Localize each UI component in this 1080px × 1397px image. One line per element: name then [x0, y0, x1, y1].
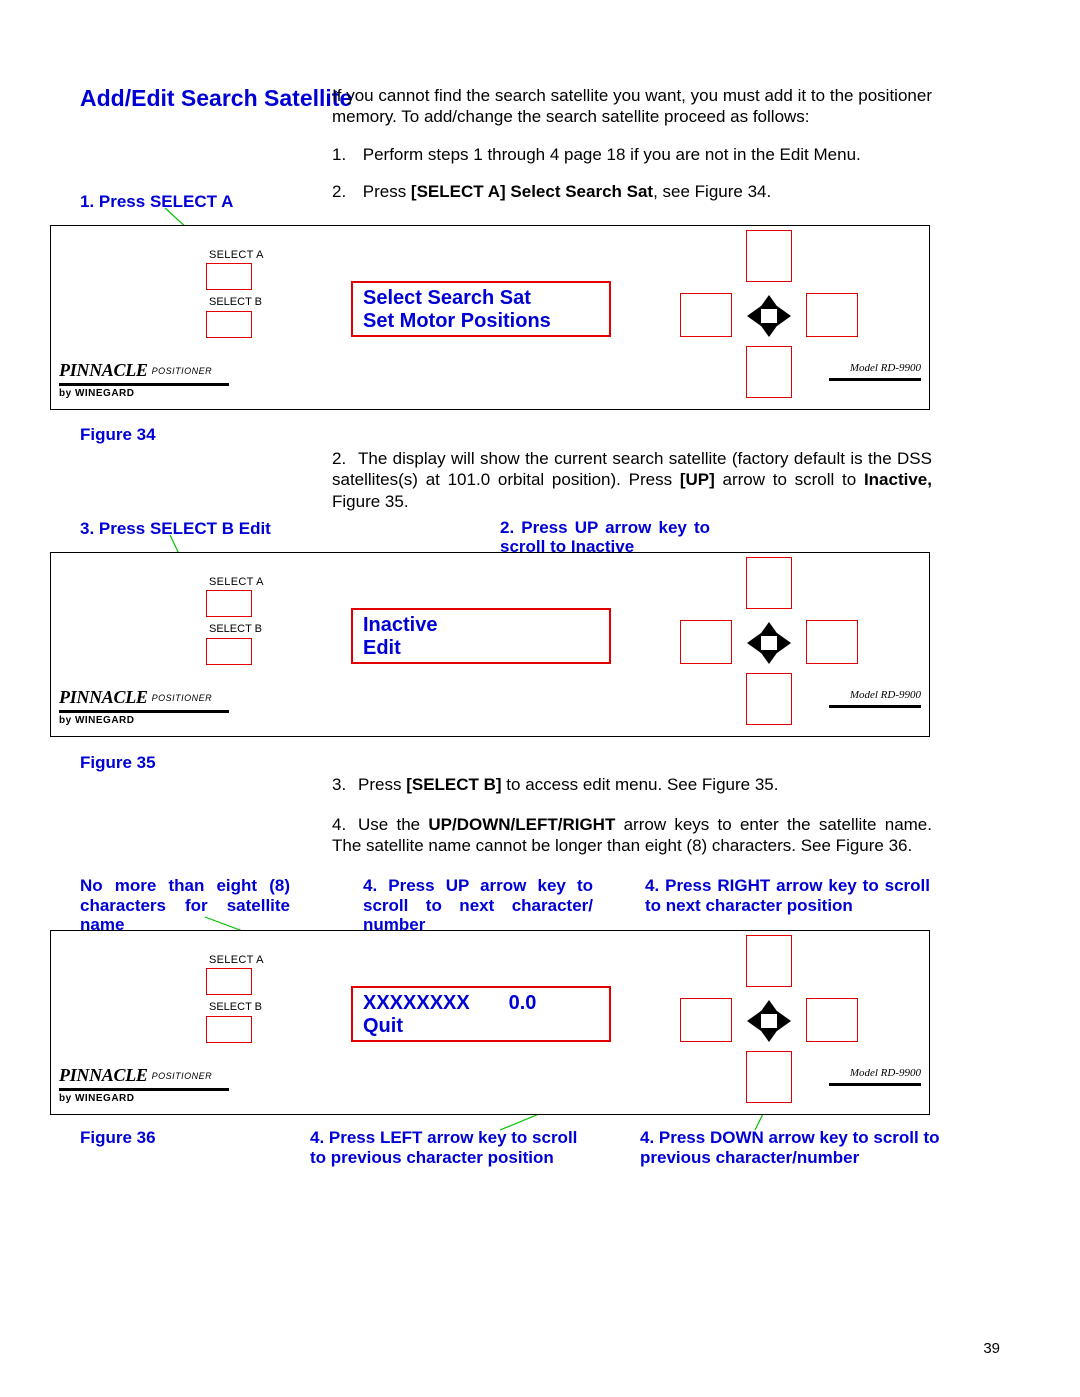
lcd-line1: XXXXXXXX 0.0	[363, 992, 536, 1014]
select-a-button[interactable]	[206, 263, 252, 290]
select-a-label: SELECT A	[209, 954, 264, 966]
device-panel-fig34: SELECT A SELECT B PINNACLE POSITIONER by …	[50, 225, 930, 410]
dpad-center-icon	[745, 620, 793, 666]
body2-d: Inactive,	[864, 470, 932, 489]
dpad	[661, 935, 881, 1110]
body4-a: Use the	[358, 815, 428, 834]
select-b-button[interactable]	[206, 638, 252, 665]
select-b-label: SELECT B	[209, 296, 262, 308]
brand-sub: POSITIONER	[152, 693, 213, 703]
step-2a-bold: [SELECT A] Select Search Sat	[411, 182, 653, 201]
up-arrow-button[interactable]	[746, 557, 792, 609]
down-arrow-button[interactable]	[746, 346, 792, 398]
step-2a-num: 2.	[332, 182, 358, 202]
body2-b: [UP]	[680, 470, 715, 489]
lcd-display: XXXXXXXX 0.0 Quit	[351, 986, 611, 1042]
dpad	[661, 230, 881, 405]
body2-c: arrow to scroll to	[715, 470, 864, 489]
brand-rule	[59, 1088, 229, 1091]
device-panel-fig35: SELECT A SELECT B PINNACLE POSITIONER by …	[50, 552, 930, 737]
brand-block: PINNACLE POSITIONER by WINEGARD	[59, 360, 234, 399]
device-panel-fig36: SELECT A SELECT B PINNACLE POSITIONER by …	[50, 930, 930, 1115]
label-press-select-a: 1. Press SELECT A	[80, 192, 233, 212]
right-arrow-button[interactable]	[806, 998, 858, 1042]
step-2-body: 2.The display will show the current sear…	[332, 448, 932, 512]
right-arrow-button[interactable]	[806, 293, 858, 337]
lcd-line1: Select Search Sat	[363, 287, 531, 309]
body3-c: to access edit menu. See Figure 35.	[502, 775, 779, 794]
brand-name: PINNACLE	[59, 1065, 148, 1085]
label-up-next-char: 4. Press UP arrow key to scroll to next …	[363, 876, 593, 935]
up-arrow-button[interactable]	[746, 230, 792, 282]
brand-block: PINNACLE POSITIONER by WINEGARD	[59, 687, 234, 726]
body2-e: Figure 35.	[332, 492, 409, 511]
up-arrow-button[interactable]	[746, 935, 792, 987]
figure-36-label: Figure 36	[80, 1128, 156, 1148]
brand-sub: POSITIONER	[152, 366, 213, 376]
left-arrow-button[interactable]	[680, 620, 732, 664]
select-b-label: SELECT B	[209, 1001, 262, 1013]
step-4-body: 4.Use the UP/DOWN/LEFT/RIGHT arrow keys …	[332, 814, 932, 857]
page-number: 39	[983, 1340, 1000, 1357]
select-b-label: SELECT B	[209, 623, 262, 635]
intro-text: If you cannot find the search satellite …	[332, 85, 932, 128]
step-3-num: 3.	[332, 775, 358, 795]
brand-sub: POSITIONER	[152, 1071, 213, 1081]
dpad-center-icon	[745, 998, 793, 1044]
step-1-text: Perform steps 1 through 4 page 18 if you…	[363, 145, 861, 164]
left-arrow-button[interactable]	[680, 293, 732, 337]
step-3-body: 3.Press [SELECT B] to access edit menu. …	[332, 775, 932, 795]
step-1-num: 1.	[332, 145, 358, 165]
dpad	[661, 557, 881, 732]
step-4-num: 4.	[332, 814, 358, 835]
lcd-display: Inactive Edit	[351, 608, 611, 664]
brand-by: by WINEGARD	[59, 1093, 234, 1104]
down-arrow-button[interactable]	[746, 1051, 792, 1103]
lcd-line2: Set Motor Positions	[363, 310, 551, 332]
select-a-button[interactable]	[206, 590, 252, 617]
label-eight-chars: No more than eight (8) characters for sa…	[80, 876, 290, 935]
lcd-line1: Inactive	[363, 614, 437, 636]
body3-a: Press	[358, 775, 406, 794]
label-press-select-b-edit: 3. Press SELECT B Edit	[80, 519, 271, 539]
step-1: 1. Perform steps 1 through 4 page 18 if …	[332, 145, 932, 165]
left-arrow-button[interactable]	[680, 998, 732, 1042]
brand-name: PINNACLE	[59, 687, 148, 707]
step-2a-suffix: , see Figure 34.	[653, 182, 771, 201]
down-arrow-button[interactable]	[746, 673, 792, 725]
label-down-prev-char: 4. Press DOWN arrow key to scroll to pre…	[640, 1128, 940, 1167]
select-a-label: SELECT A	[209, 576, 264, 588]
label-right-next-pos: 4. Press RIGHT arrow key to scroll to ne…	[645, 876, 930, 915]
figure-34-label: Figure 34	[80, 425, 156, 445]
lcd-line2: Quit	[363, 1015, 403, 1037]
brand-rule	[59, 710, 229, 713]
brand-rule	[59, 383, 229, 386]
body3-b: [SELECT B]	[406, 775, 501, 794]
step-2-num: 2.	[332, 448, 358, 469]
figure-35-label: Figure 35	[80, 753, 156, 773]
brand-block: PINNACLE POSITIONER by WINEGARD	[59, 1065, 234, 1104]
select-a-button[interactable]	[206, 968, 252, 995]
step-2a: 2. Press [SELECT A] Select Search Sat, s…	[332, 182, 932, 202]
label-press-up-inactive: 2. Press UP arrow key to scroll to Inact…	[500, 519, 710, 556]
lcd-display: Select Search Sat Set Motor Positions	[351, 281, 611, 337]
right-arrow-button[interactable]	[806, 620, 858, 664]
dpad-center-icon	[745, 293, 793, 339]
select-a-label: SELECT A	[209, 249, 264, 261]
select-b-button[interactable]	[206, 311, 252, 338]
brand-by: by WINEGARD	[59, 388, 234, 399]
lcd-line2: Edit	[363, 637, 401, 659]
select-b-button[interactable]	[206, 1016, 252, 1043]
brand-name: PINNACLE	[59, 360, 148, 380]
body4-b: UP/DOWN/LEFT/RIGHT	[428, 815, 615, 834]
section-title: Add/Edit Search Satellite	[80, 85, 352, 112]
step-2a-prefix: Press	[363, 182, 411, 201]
label-left-prev-pos: 4. Press LEFT arrow key to scroll to pre…	[310, 1128, 590, 1167]
brand-by: by WINEGARD	[59, 715, 234, 726]
